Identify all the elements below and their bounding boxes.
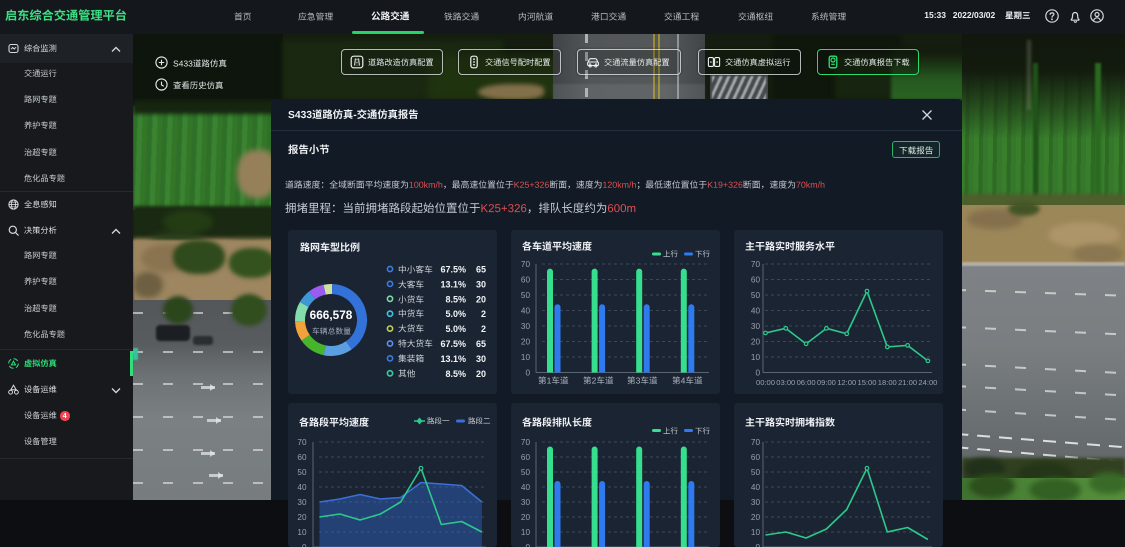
- svg-text:50: 50: [521, 468, 531, 477]
- svg-text:30: 30: [521, 498, 531, 507]
- svg-text:2: 2: [481, 324, 486, 334]
- svg-text:50: 50: [751, 468, 761, 477]
- svg-text:0: 0: [755, 369, 760, 378]
- svg-text:2: 2: [481, 309, 486, 319]
- svg-text:40: 40: [521, 307, 531, 316]
- svg-text:60: 60: [297, 453, 307, 462]
- svg-text:70: 70: [521, 260, 531, 269]
- svg-text:09:00: 09:00: [817, 378, 836, 387]
- svg-text:40: 40: [751, 483, 761, 492]
- svg-text:30: 30: [751, 322, 761, 331]
- svg-text:10: 10: [521, 528, 531, 537]
- svg-text:50: 50: [751, 291, 761, 300]
- svg-text:60: 60: [521, 276, 531, 285]
- svg-text:65: 65: [476, 265, 486, 275]
- svg-text:666,578: 666,578: [310, 308, 353, 322]
- svg-text:03:00: 03:00: [776, 378, 795, 387]
- svg-text:20: 20: [751, 338, 761, 347]
- svg-text:60: 60: [751, 453, 761, 462]
- svg-text:40: 40: [751, 307, 761, 316]
- svg-text:60: 60: [751, 276, 761, 285]
- svg-text:20: 20: [476, 294, 486, 304]
- svg-text:0: 0: [755, 543, 760, 547]
- svg-text:10: 10: [521, 353, 531, 362]
- svg-text:0: 0: [525, 369, 530, 378]
- svg-text:70: 70: [751, 438, 761, 447]
- svg-text:70: 70: [297, 438, 307, 447]
- svg-text:50: 50: [297, 468, 307, 477]
- svg-text:30: 30: [751, 498, 761, 507]
- svg-text:67.5%: 67.5%: [440, 339, 466, 349]
- svg-text:70: 70: [521, 438, 531, 447]
- svg-text:5.0%: 5.0%: [445, 324, 466, 334]
- svg-text:06:00: 06:00: [797, 378, 816, 387]
- svg-text:10: 10: [751, 528, 761, 537]
- svg-text:18:00: 18:00: [878, 378, 897, 387]
- svg-text:20: 20: [476, 369, 486, 379]
- svg-text:0: 0: [525, 543, 530, 547]
- svg-text:30: 30: [476, 279, 486, 289]
- svg-text:13.1%: 13.1%: [440, 354, 466, 364]
- svg-text:60: 60: [521, 453, 531, 462]
- svg-text:30: 30: [297, 498, 307, 507]
- svg-text:24:00: 24:00: [918, 378, 937, 387]
- svg-text:67.5%: 67.5%: [440, 265, 466, 275]
- svg-text:5.0%: 5.0%: [445, 309, 466, 319]
- svg-text:21:00: 21:00: [898, 378, 917, 387]
- svg-text:0: 0: [302, 543, 307, 547]
- svg-text:40: 40: [297, 483, 307, 492]
- svg-text:00:00: 00:00: [756, 378, 775, 387]
- svg-text:13.1%: 13.1%: [440, 279, 466, 289]
- svg-text:65: 65: [476, 339, 486, 349]
- svg-text:10: 10: [297, 528, 307, 537]
- svg-text:30: 30: [476, 354, 486, 364]
- svg-text:8.5%: 8.5%: [445, 294, 466, 304]
- svg-text:12:00: 12:00: [837, 378, 856, 387]
- svg-text:20: 20: [521, 513, 531, 522]
- svg-text:20: 20: [751, 513, 761, 522]
- svg-text:20: 20: [297, 513, 307, 522]
- svg-text:70: 70: [751, 260, 761, 269]
- svg-text:20: 20: [521, 338, 531, 347]
- svg-text:8.5%: 8.5%: [445, 369, 466, 379]
- svg-text:40: 40: [521, 483, 531, 492]
- svg-text:10: 10: [751, 353, 761, 362]
- svg-text:50: 50: [521, 291, 531, 300]
- svg-text:30: 30: [521, 322, 531, 331]
- svg-text:15:00: 15:00: [857, 378, 876, 387]
